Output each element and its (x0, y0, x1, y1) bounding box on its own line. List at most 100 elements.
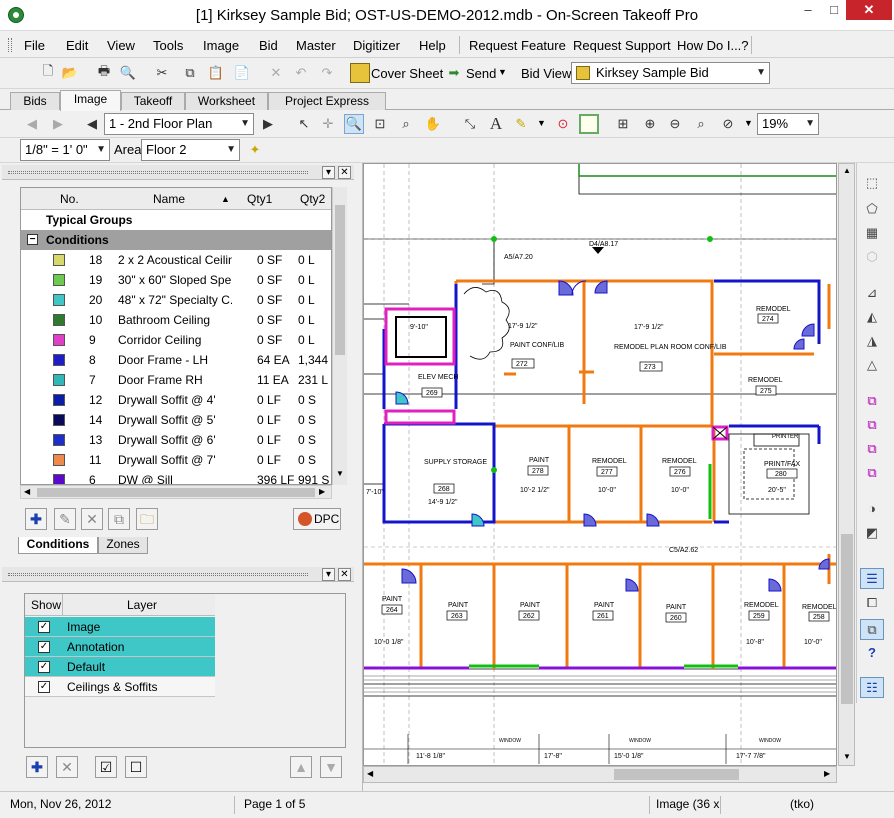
scroll-thumb[interactable] (614, 769, 739, 780)
zoom-box-icon[interactable]: ⧠ (860, 593, 884, 614)
condition-row[interactable]: 9 Corridor Ceiling 0 SF 0 L (21, 330, 331, 350)
delete-layer-icon[interactable]: ✕ (56, 756, 78, 778)
condition-row[interactable]: 8 Door Frame - LH 64 EA 1,344 L (21, 350, 331, 370)
rotate-icon[interactable]: ◭ (860, 307, 884, 328)
record-icon[interactable]: ⊙ (553, 114, 573, 134)
text-annotation-icon[interactable]: A (486, 114, 506, 134)
canvas-hscrollbar[interactable]: ◀ ▶ (363, 766, 837, 783)
scroll-thumb[interactable] (841, 534, 853, 704)
list-icon[interactable]: ☷ (860, 677, 884, 698)
chevron-down-icon[interactable]: ▼ (336, 469, 344, 478)
copy-icon[interactable]: ⧉ (180, 63, 200, 83)
zoom-previous-icon[interactable]: ⌕ (691, 114, 711, 134)
subtab-conditions[interactable]: Conditions (18, 537, 98, 554)
layer-row[interactable]: ✓ Default (25, 657, 215, 677)
col-show[interactable]: Show (31, 598, 61, 612)
previous-page-icon[interactable]: ◀ (82, 114, 102, 134)
col-no[interactable]: No. (60, 192, 79, 206)
page-select[interactable]: 1 - 2nd Floor Plan ▼ (104, 113, 254, 135)
menu-edit[interactable]: Edit (66, 38, 88, 53)
paste-special-icon[interactable]: 📄 (232, 63, 252, 83)
tab-takeoff[interactable]: Takeoff (121, 92, 185, 110)
cut-icon[interactable]: ✂ (152, 63, 172, 83)
folder-condition-icon[interactable]: 🗀 (136, 508, 158, 530)
zoom-window-icon[interactable]: 🔍 (344, 114, 364, 134)
forward-icon[interactable]: ▶ (48, 114, 68, 134)
zoom-select[interactable]: 19% ▼ (757, 113, 819, 135)
delete-icon[interactable]: ✕ (266, 63, 286, 83)
tab-image[interactable]: Image (60, 90, 121, 111)
subtab-zones[interactable]: Zones (98, 537, 148, 554)
dpc-button[interactable]: DPC (293, 508, 341, 530)
condition-row[interactable]: 12 Drywall Soffit @ 4' 0 LF 0 S (21, 390, 331, 410)
add-layer-icon[interactable]: ✚ (26, 756, 48, 778)
page-compare-icon[interactable]: ⧉ (860, 439, 884, 460)
minimize-button[interactable]: – (794, 0, 822, 20)
menu-bid[interactable]: Bid (259, 38, 278, 53)
scroll-thumb[interactable] (335, 205, 345, 355)
zoom-out-icon[interactable]: ⊖ (665, 114, 685, 134)
group-row[interactable]: Typical Groups (21, 210, 331, 230)
delete-condition-icon[interactable]: ✕ (81, 508, 103, 530)
uncheck-all-icon[interactable]: ☐ (125, 756, 147, 778)
move-up-icon[interactable]: ▲ (290, 756, 312, 778)
back-icon[interactable]: ◀ (22, 114, 42, 134)
chevron-down-icon[interactable]: ▼ (537, 118, 546, 128)
layer-row[interactable]: ✓ Image (25, 617, 215, 637)
print-preview-icon[interactable]: 🔍 (118, 63, 138, 83)
page-overlay-icon[interactable]: ⧉ (860, 415, 884, 436)
tab-project-express[interactable]: Project Express (268, 92, 386, 110)
send-icon[interactable]: ➡ (444, 63, 464, 83)
area-select[interactable]: Floor 2 ▼ (141, 139, 240, 161)
page-copy-icon[interactable]: ⧉ (860, 391, 884, 412)
condition-row[interactable]: 13 Drywall Soffit @ 6' 0 LF 0 S (21, 430, 331, 450)
condition-row[interactable]: 7 Door Frame RH 11 EA 231 L (21, 370, 331, 390)
chevron-up-icon[interactable]: ▲ (843, 166, 851, 175)
lasso-icon[interactable]: ⬡ (860, 247, 884, 268)
check-all-icon[interactable]: ☑ (95, 756, 117, 778)
menu-view[interactable]: View (107, 38, 135, 53)
chevron-left-icon[interactable]: ◀ (367, 769, 373, 778)
col-qty2[interactable]: Qty2 (300, 192, 325, 206)
move-down-icon[interactable]: ▼ (320, 756, 342, 778)
scale-select[interactable]: 1/8" = 1' 0" ▼ (20, 139, 110, 161)
dropdown-icon[interactable]: ▾ (322, 166, 335, 179)
menu-master[interactable]: Master (296, 38, 336, 53)
menu-request-support[interactable]: Request Support (573, 38, 671, 53)
layer-checkbox[interactable]: ✓ (38, 681, 50, 693)
select-rect-icon[interactable]: ⬚ (860, 173, 884, 194)
paste-icon[interactable]: 📋 (206, 63, 226, 83)
layer-checkbox[interactable]: ✓ (38, 621, 50, 633)
close-icon[interactable]: ✕ (338, 166, 351, 179)
grid-view-icon[interactable]: ☰ (860, 568, 884, 589)
col-qty1[interactable]: Qty1 (247, 192, 272, 206)
zoom-fit-icon[interactable]: ⊡ (370, 114, 390, 134)
help-icon[interactable]: ? (860, 643, 884, 664)
chevron-down-icon[interactable]: ▼ (498, 67, 507, 77)
menu-file[interactable]: File (24, 38, 45, 53)
close-button[interactable]: ✕ (846, 0, 892, 20)
col-name[interactable]: Name (153, 192, 185, 206)
condition-row[interactable]: 19 30" x 60" Sloped Spe... 0 SF 0 L (21, 270, 331, 290)
layer-checkbox[interactable]: ✓ (38, 641, 50, 653)
layer-row[interactable]: ✓ Ceilings & Soffits (25, 677, 215, 697)
crosshair-icon[interactable]: ✛ (318, 114, 338, 134)
select-pointer-icon[interactable]: ↖ (294, 114, 314, 134)
page-link-icon[interactable]: ⧉ (860, 463, 884, 484)
layers-icon[interactable]: ◩ (860, 523, 884, 544)
layer-checkbox[interactable]: ✓ (38, 661, 50, 673)
col-layer[interactable]: Layer (127, 598, 157, 612)
new-icon[interactable]: 🗋 (38, 63, 58, 83)
tab-worksheet[interactable]: Worksheet (185, 92, 268, 110)
scroll-thumb[interactable] (37, 488, 315, 497)
pan-hand-icon[interactable]: ✋ (423, 114, 443, 134)
open-folder-icon[interactable]: 📂 (60, 63, 80, 83)
undo-icon[interactable]: ↶ (291, 63, 311, 83)
menu-request-feature[interactable]: Request Feature (469, 38, 566, 53)
triangle-icon[interactable]: △ (860, 355, 884, 376)
redo-icon[interactable]: ↷ (317, 63, 337, 83)
maximize-button[interactable]: □ (820, 0, 848, 20)
drawing-canvas[interactable]: REMODEL 274 PAINT CONF/LIB 272 17'-9 1/2… (363, 163, 837, 766)
send-button[interactable]: Send (466, 66, 496, 81)
next-page-icon[interactable]: ▶ (258, 114, 278, 134)
